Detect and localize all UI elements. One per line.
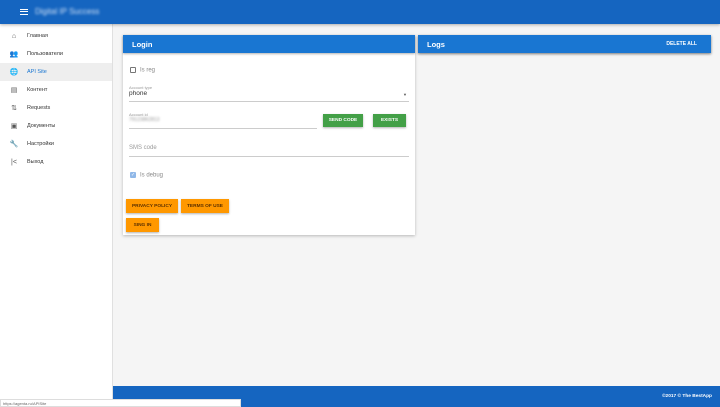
- users-icon: 👥: [9, 51, 19, 58]
- checkbox-icon: [130, 67, 136, 73]
- home-icon: ⌂: [11, 32, 17, 40]
- exists-button[interactable]: EXISTS: [373, 114, 406, 127]
- dropdown-arrow-icon: ▼: [403, 92, 407, 97]
- sms-code-placeholder: SMS code: [129, 145, 157, 151]
- requests-icon: ⇅: [11, 105, 17, 112]
- sms-code-field[interactable]: SMS code: [129, 145, 409, 157]
- logs-card: Logs DELETE ALL: [418, 35, 711, 53]
- app-title: Digital IP Success: [35, 7, 100, 16]
- login-title: Login: [123, 35, 415, 53]
- is-reg-checkbox[interactable]: Is reg: [130, 67, 155, 74]
- send-code-button[interactable]: SEND CODE: [323, 114, 363, 127]
- sidebar-item-content[interactable]: ▤ Контент: [0, 81, 112, 99]
- login-card: Login Is reg Account type phone ▼ Accoun…: [123, 35, 415, 235]
- is-debug-checkbox[interactable]: ✓ Is debug: [130, 172, 163, 179]
- sidebar-item-settings[interactable]: 🔧 Настройки: [0, 135, 112, 153]
- documents-icon: ▣: [10, 123, 18, 130]
- checkbox-checked-icon: ✓: [130, 172, 136, 178]
- sidebar: ⌂ Главная 👥 Пользователи 🌐 API Site ▤ Контен…: [0, 24, 113, 407]
- is-debug-label: Is debug: [140, 172, 164, 179]
- account-id-field[interactable]: Account id 79123862813: [129, 112, 317, 129]
- sidebar-item-exit[interactable]: |< Выход: [0, 153, 112, 171]
- top-app-bar: Digital IP Success: [0, 0, 720, 24]
- sidebar-item-home[interactable]: ⌂ Главная: [0, 27, 112, 45]
- sidebar-item-api-site[interactable]: 🌐 API Site: [0, 63, 112, 81]
- sidebar-item-documents[interactable]: ▣ Документы: [0, 117, 112, 135]
- privacy-policy-button[interactable]: PRIVACY POLICY: [126, 199, 178, 213]
- is-reg-label: Is reg: [140, 67, 156, 74]
- footer-copyright: ©2017 © The BestApp: [662, 394, 712, 399]
- sidebar-item-label: Документы: [27, 123, 56, 129]
- sidebar-item-label: Настройки: [27, 141, 54, 147]
- status-bar-url: https://agenta.ru/APISite: [0, 399, 241, 407]
- sidebar-item-label: Requests: [27, 105, 51, 111]
- menu-icon[interactable]: [20, 9, 28, 15]
- content-icon: ▤: [10, 87, 18, 94]
- delete-all-button[interactable]: DELETE ALL: [666, 41, 697, 47]
- sidebar-item-requests[interactable]: ⇅ Requests: [0, 99, 112, 117]
- terms-of-use-button[interactable]: TERMS OF USE: [181, 199, 229, 213]
- sign-in-button[interactable]: SING IN: [126, 218, 159, 232]
- wrench-icon: 🔧: [9, 141, 19, 148]
- sidebar-item-label: Главная: [27, 33, 48, 39]
- sidebar-item-users[interactable]: 👥 Пользователи: [0, 45, 112, 63]
- exit-icon: |<: [11, 158, 17, 166]
- account-id-value: 79123862813: [129, 117, 160, 123]
- sidebar-item-label: API Site: [27, 69, 47, 75]
- sidebar-item-label: Пользователи: [27, 51, 63, 57]
- account-type-select[interactable]: Account type phone ▼: [129, 85, 409, 102]
- sidebar-item-label: Выход: [27, 159, 44, 165]
- sidebar-item-label: Контент: [27, 87, 48, 93]
- account-type-value: phone: [129, 90, 148, 97]
- globe-icon: 🌐: [9, 69, 19, 76]
